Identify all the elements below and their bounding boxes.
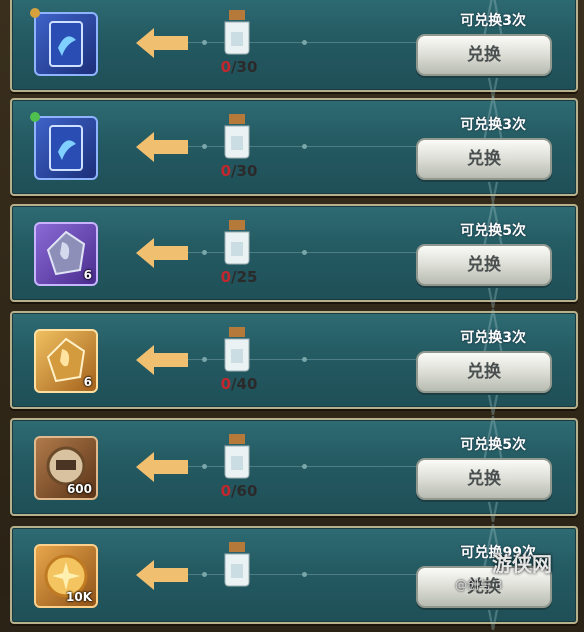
exchange-button[interactable]: 兑换 (416, 458, 552, 500)
arrow-left-icon (136, 560, 188, 590)
exchange-button[interactable]: 兑换 (416, 244, 552, 286)
gold-coin-icon[interactable]: 10K (34, 544, 98, 608)
bottle-icon (224, 114, 250, 159)
gold-stone-icon[interactable]: 6 (34, 329, 98, 393)
exchange-list: 0/30 可兑换3次 兑换 0/30 可兑换3次 兑换 6 0/25 可兑换5次… (0, 0, 584, 631)
bottle-icon (224, 327, 250, 372)
exchange-limit: 可兑换3次 (460, 330, 526, 346)
watermark-logo: 游侠网 (492, 552, 552, 576)
item-count: 10K (66, 590, 92, 604)
exchange-limit: 可兑换5次 (460, 437, 526, 453)
arrow-left-icon (136, 452, 188, 482)
exchange-button[interactable]: 兑换 (416, 138, 552, 180)
purple-stone-icon[interactable]: 6 (34, 222, 98, 286)
item-count: 6 (83, 268, 92, 282)
exchange-row: 0/30 可兑换3次 兑换 (10, 0, 578, 99)
bronze-medal-icon[interactable]: 600 (34, 436, 98, 500)
exchange-button[interactable]: 兑换 (416, 351, 552, 393)
progress-text: 0/25 (220, 268, 258, 286)
exchange-button[interactable]: 兑换 (416, 34, 552, 76)
gold-badge-icon (30, 8, 40, 18)
bottle-icon (224, 10, 250, 55)
item-count: 600 (66, 482, 92, 496)
blue-card-icon[interactable] (30, 8, 98, 76)
exchange-row: 6 0/40 可兑换3次 兑换 (10, 308, 578, 416)
exchange-row: 6 0/25 可兑换5次 兑换 (10, 201, 578, 309)
arrow-left-icon (136, 132, 188, 162)
item-count: 6 (83, 375, 92, 389)
progress-text: 0/60 (220, 482, 258, 500)
arrow-left-icon (136, 28, 188, 58)
exchange-limit: 可兑换5次 (460, 223, 526, 239)
bottle-icon (224, 542, 250, 587)
exchange-limit: 可兑换3次 (460, 13, 526, 29)
blue-card-icon[interactable] (30, 112, 98, 180)
watermark-handle: @创与 3 (455, 578, 503, 592)
arrow-left-icon (136, 238, 188, 268)
progress-text: 0/30 (220, 58, 258, 76)
exchange-limit: 可兑换3次 (460, 117, 526, 133)
bottle-icon (224, 220, 250, 265)
exchange-row: 600 0/60 可兑换5次 兑换 (10, 415, 578, 523)
green-dot-badge-icon (30, 112, 40, 122)
exchange-row: 0/30 可兑换3次 兑换 (10, 95, 578, 203)
progress-text: 0/40 (220, 375, 258, 393)
arrow-left-icon (136, 345, 188, 375)
bottle-icon (224, 434, 250, 479)
progress-text: 0/30 (220, 162, 258, 180)
